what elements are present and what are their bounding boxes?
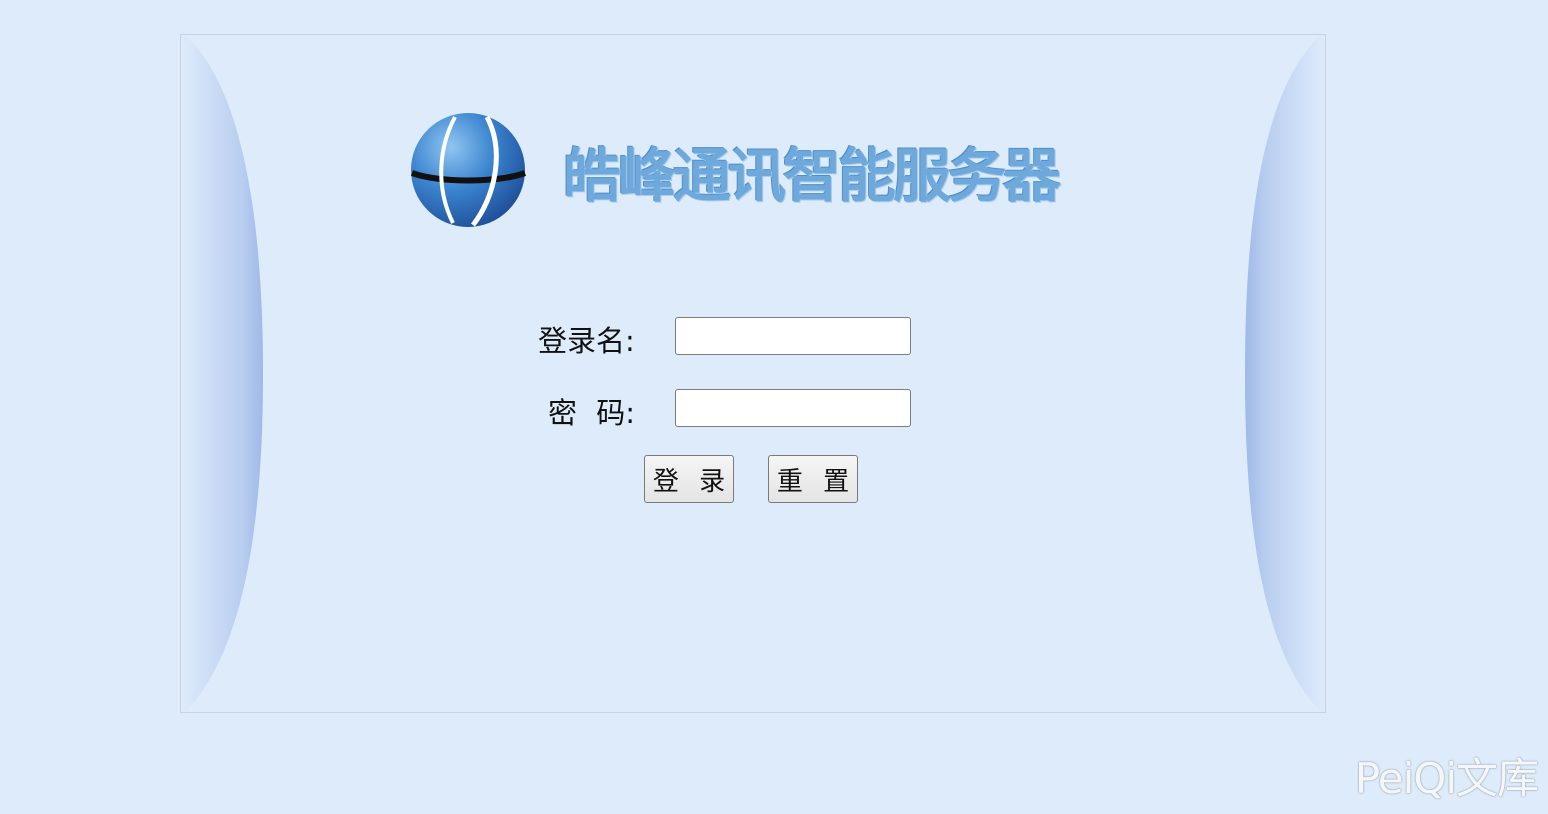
reset-button[interactable]: 重 置 (768, 455, 858, 503)
left-curve-decoration (181, 35, 263, 712)
login-button[interactable]: 登 录 (644, 455, 734, 503)
login-panel: 皓峰通讯智能服务器 登录名: 密 码: 登 录 重 置 (180, 34, 1326, 713)
username-label: 登录名: (538, 324, 635, 358)
watermark: PeiQi文库 (1354, 754, 1539, 803)
globe-logo-icon (410, 113, 527, 227)
brand-title: 皓峰通讯智能服务器 (563, 142, 1061, 210)
password-label: 密 码: (548, 396, 635, 430)
password-input[interactable] (675, 389, 911, 427)
right-curve-decoration (1245, 35, 1325, 712)
username-input[interactable] (675, 317, 911, 355)
